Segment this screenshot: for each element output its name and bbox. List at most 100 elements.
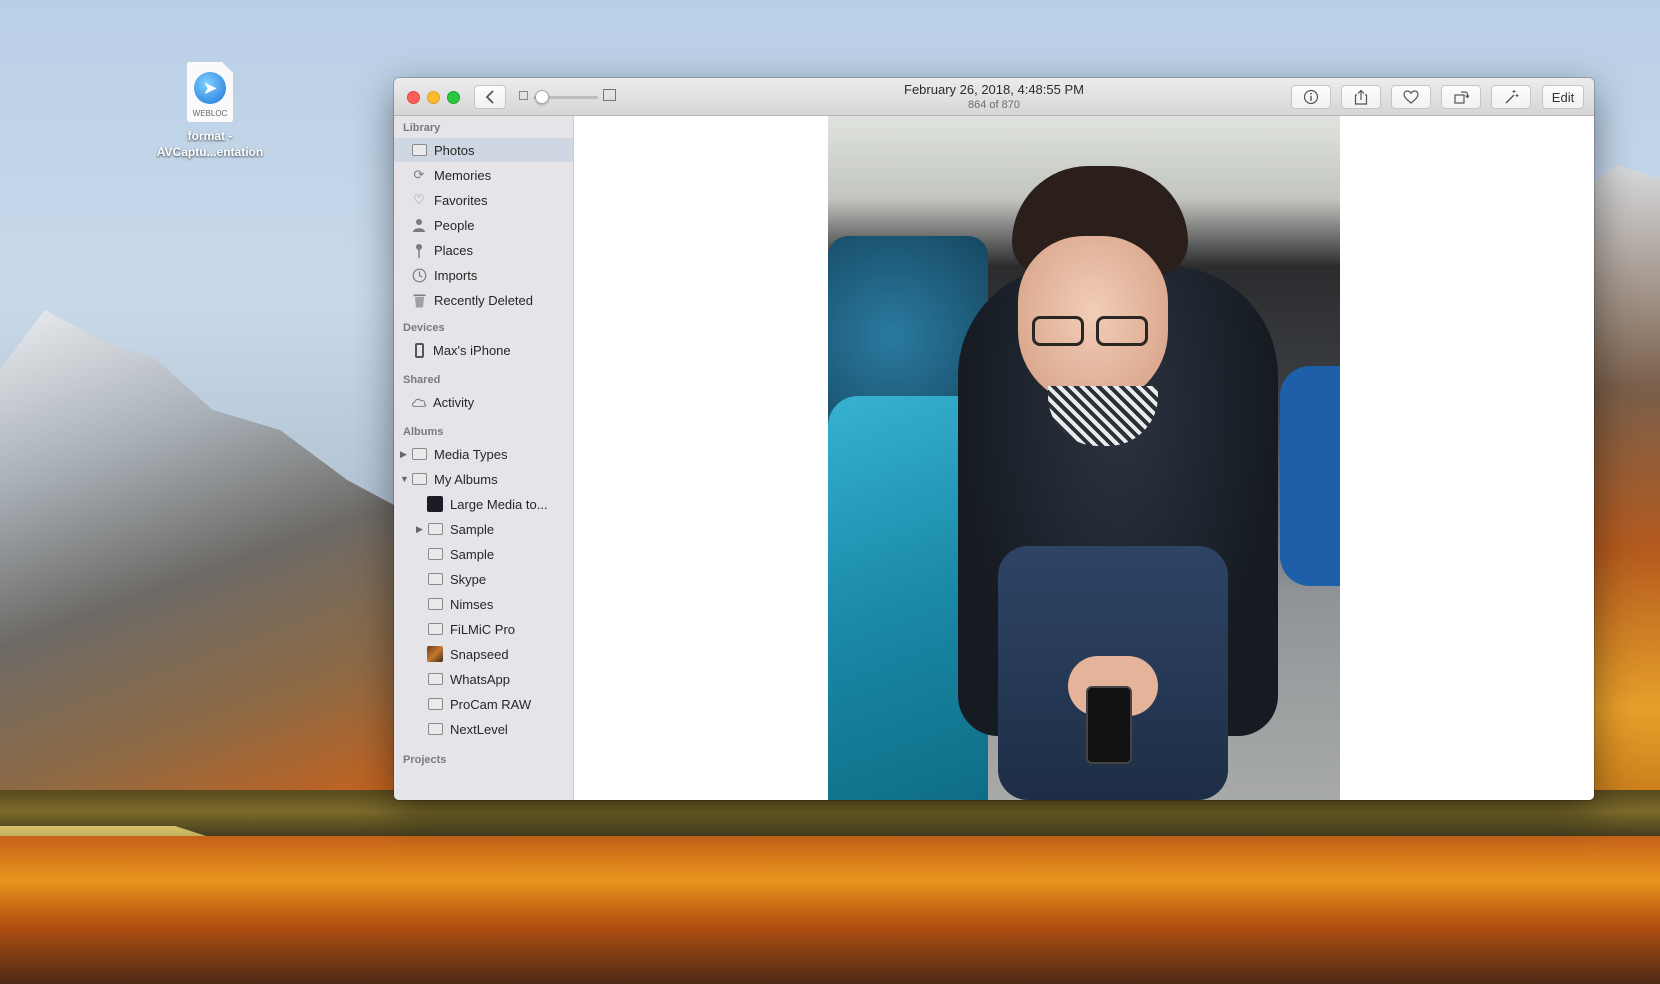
sidebar-item-label: NextLevel: [450, 721, 508, 737]
section-header-devices: Devices: [403, 322, 445, 334]
sidebar-item-whatsapp[interactable]: WhatsApp: [394, 667, 573, 691]
sidebar-item-label: Places: [434, 242, 474, 258]
sidebar-item-label: Media Types: [434, 446, 508, 462]
sidebar-item-favorites[interactable]: ♡ Favorites: [394, 188, 573, 212]
sidebar-item-activity[interactable]: Activity: [394, 390, 573, 414]
album-icon: [427, 547, 443, 561]
sidebar-item-label: Memories: [434, 167, 492, 183]
sidebar-item-photos[interactable]: Photos: [394, 138, 573, 162]
photo-image[interactable]: [828, 116, 1340, 800]
sidebar-item-my-albums[interactable]: ▼ My Albums: [394, 467, 573, 491]
zoom-in-icon[interactable]: [603, 89, 616, 101]
sidebar-item-places[interactable]: Places: [394, 238, 573, 262]
fullscreen-button[interactable]: [447, 91, 460, 104]
sidebar-item-sample-folder[interactable]: ▶ Sample: [394, 517, 573, 541]
photo-glasses-right: [1096, 316, 1148, 346]
album-icon: [427, 672, 443, 686]
disclosure-right-icon[interactable]: ▶: [416, 524, 423, 535]
trash-icon: [411, 293, 427, 307]
album-icon: [427, 697, 443, 711]
back-button[interactable]: [474, 85, 506, 109]
info-button[interactable]: [1291, 85, 1331, 109]
zoom-slider-knob[interactable]: [535, 90, 550, 104]
file-name-line-1: format -: [187, 129, 233, 143]
person-icon: [411, 218, 427, 232]
sidebar-item-skype[interactable]: Skype: [394, 567, 573, 591]
sidebar-item-label: People: [434, 217, 475, 233]
photo-blue-sleeve: [1280, 366, 1340, 586]
wallpaper-lake: [0, 836, 1660, 984]
heart-icon: [1403, 90, 1419, 104]
minimize-button[interactable]: [427, 91, 440, 104]
folder-icon: [427, 522, 443, 536]
sidebar-item-iphone[interactable]: Max's iPhone: [394, 338, 573, 362]
memories-icon: ⟳: [413, 167, 425, 182]
heart-icon: ♡: [413, 192, 425, 207]
album-thumbnail: [427, 496, 443, 512]
title-bar: February 26, 2018, 4:48:55 PM 864 of 870…: [394, 78, 1594, 116]
sidebar-item-sample[interactable]: Sample: [394, 542, 573, 566]
disclosure-down-icon[interactable]: ▼: [400, 474, 409, 484]
webloc-file-icon: ➤ WEBLOC: [187, 62, 233, 122]
section-header-projects: Projects: [403, 754, 447, 766]
photo-phone: [1086, 686, 1132, 764]
sidebar-item-procam-raw[interactable]: ProCam RAW: [394, 692, 573, 716]
enhance-button[interactable]: [1491, 85, 1531, 109]
photo-position-counter: 864 of 870: [968, 99, 1020, 111]
sidebar-item-label: My Albums: [434, 471, 498, 487]
sidebar-item-large-media[interactable]: Large Media to...: [394, 492, 573, 516]
edit-button[interactable]: Edit: [1542, 85, 1584, 109]
rotate-icon: [1454, 91, 1469, 104]
chevron-left-icon: [485, 90, 494, 104]
sidebar-item-media-types[interactable]: ▶ Media Types: [394, 442, 573, 466]
sidebar-item-nextlevel[interactable]: NextLevel: [394, 717, 573, 741]
album-icon: [427, 722, 443, 736]
sidebar: Library Photos ⟳ Memories ♡ Favorites Pe…: [394, 116, 574, 800]
sidebar-item-recently-deleted[interactable]: Recently Deleted: [394, 288, 573, 312]
sidebar-item-label: FiLMiC Pro: [450, 621, 516, 637]
sidebar-item-label: Imports: [434, 267, 478, 283]
sidebar-item-memories[interactable]: ⟳ Memories: [394, 163, 573, 187]
sidebar-item-snapseed[interactable]: Snapseed: [394, 642, 573, 666]
iphone-icon: [411, 342, 427, 358]
album-icon: [427, 597, 443, 611]
album-icon: [411, 472, 427, 486]
safari-compass-icon: ➤: [194, 72, 226, 104]
section-header-albums: Albums: [403, 426, 444, 438]
photo-glasses-left: [1032, 316, 1084, 346]
sidebar-item-label: Max's iPhone: [433, 342, 511, 358]
zoom-out-icon[interactable]: [519, 91, 528, 100]
disclosure-right-icon[interactable]: ▶: [400, 449, 407, 460]
sidebar-item-label: Skype: [450, 571, 487, 587]
photo-date-title: February 26, 2018, 4:48:55 PM: [904, 82, 1084, 97]
sidebar-item-label: Snapseed: [450, 646, 509, 662]
album-icon: [411, 447, 427, 461]
info-icon: [1303, 89, 1319, 105]
section-header-library: Library: [403, 122, 441, 134]
sidebar-item-nimses[interactable]: Nimses: [394, 592, 573, 616]
sidebar-item-people[interactable]: People: [394, 213, 573, 237]
sidebar-item-label: Photos: [434, 142, 475, 158]
close-button[interactable]: [407, 91, 420, 104]
rotate-button[interactable]: [1441, 85, 1481, 109]
album-thumbnail: [427, 646, 443, 662]
sidebar-item-label: Sample: [450, 546, 495, 562]
sidebar-item-label: Sample: [450, 521, 495, 537]
sidebar-item-label: Large Media to...: [450, 496, 548, 512]
pin-icon: [411, 243, 427, 258]
desktop-file[interactable]: ➤ WEBLOC format - AVCaptu...entation: [150, 62, 270, 160]
favorite-button[interactable]: [1391, 85, 1431, 109]
sidebar-item-label: WhatsApp: [450, 671, 510, 687]
share-icon: [1354, 89, 1368, 105]
sidebar-item-imports[interactable]: Imports: [394, 263, 573, 287]
window-title-area: February 26, 2018, 4:48:55 PM 864 of 870: [794, 81, 1194, 112]
sidebar-item-label: Activity: [433, 394, 475, 410]
album-icon: [427, 622, 443, 636]
photo-viewer[interactable]: [574, 116, 1594, 800]
share-button[interactable]: [1341, 85, 1381, 109]
desktop-file-name: format - AVCaptu...entation: [150, 128, 270, 160]
sidebar-item-filmic-pro[interactable]: FiLMiC Pro: [394, 617, 573, 641]
cloud-icon: [411, 395, 427, 409]
magic-wand-icon: [1505, 90, 1519, 104]
file-type-badge: WEBLOC: [192, 109, 228, 118]
